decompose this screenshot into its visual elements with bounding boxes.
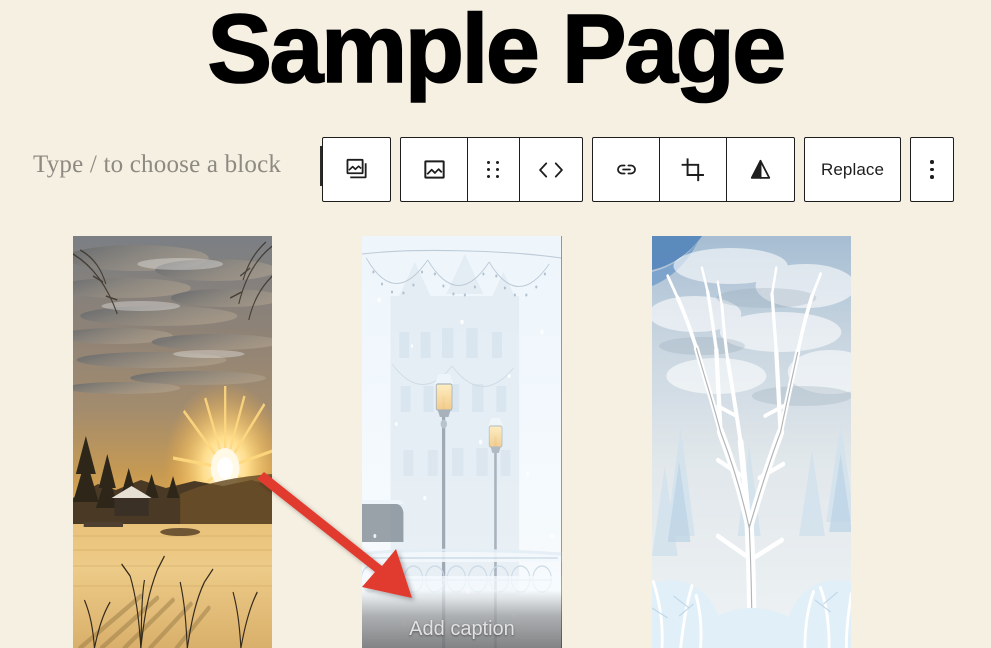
snowstorm-street-image bbox=[362, 236, 562, 648]
paragraph-block-placeholder[interactable]: Type / to choose a block bbox=[33, 151, 281, 179]
move-left-right-icon bbox=[532, 159, 570, 181]
toolbar-group-replace: Replace bbox=[804, 137, 901, 202]
winter-sunset-image bbox=[73, 236, 273, 648]
duotone-triangle-icon bbox=[748, 157, 773, 182]
drag-handle-button[interactable] bbox=[468, 138, 520, 201]
crop-button[interactable] bbox=[660, 138, 727, 201]
gallery-icon bbox=[344, 157, 370, 183]
toolbar-group-more-options bbox=[910, 137, 954, 202]
drag-dots-icon bbox=[487, 160, 500, 179]
toolbar-group-image-tools bbox=[592, 137, 795, 202]
insert-link-button[interactable] bbox=[593, 138, 660, 201]
gallery-image-1[interactable] bbox=[73, 236, 273, 648]
more-options-button[interactable] bbox=[911, 138, 953, 201]
replace-button-label: Replace bbox=[820, 159, 885, 179]
gallery-block: Add caption bbox=[33, 220, 891, 648]
link-icon bbox=[613, 156, 640, 183]
duotone-filter-button[interactable] bbox=[727, 138, 794, 201]
frosted-tree-image bbox=[651, 236, 851, 648]
toolbar-group-parent-block bbox=[322, 137, 391, 202]
gallery-image-3[interactable] bbox=[651, 236, 851, 648]
replace-button[interactable]: Replace bbox=[805, 138, 900, 201]
vertical-ellipsis-icon bbox=[930, 160, 934, 179]
block-toolbar: Replace bbox=[322, 137, 954, 202]
move-arrows-button[interactable] bbox=[520, 138, 582, 201]
toolbar-group-block-controls bbox=[400, 137, 583, 202]
image-block-type-button[interactable] bbox=[401, 138, 468, 201]
image-icon bbox=[422, 157, 447, 182]
crop-icon bbox=[680, 157, 706, 183]
page-title: Sample Page bbox=[207, 0, 787, 103]
add-caption-placeholder[interactable]: Add caption bbox=[409, 618, 515, 641]
gallery-image-2[interactable]: Add caption bbox=[362, 236, 562, 648]
image-caption-overlay[interactable]: Add caption bbox=[362, 590, 562, 648]
select-gallery-button[interactable] bbox=[323, 138, 390, 201]
